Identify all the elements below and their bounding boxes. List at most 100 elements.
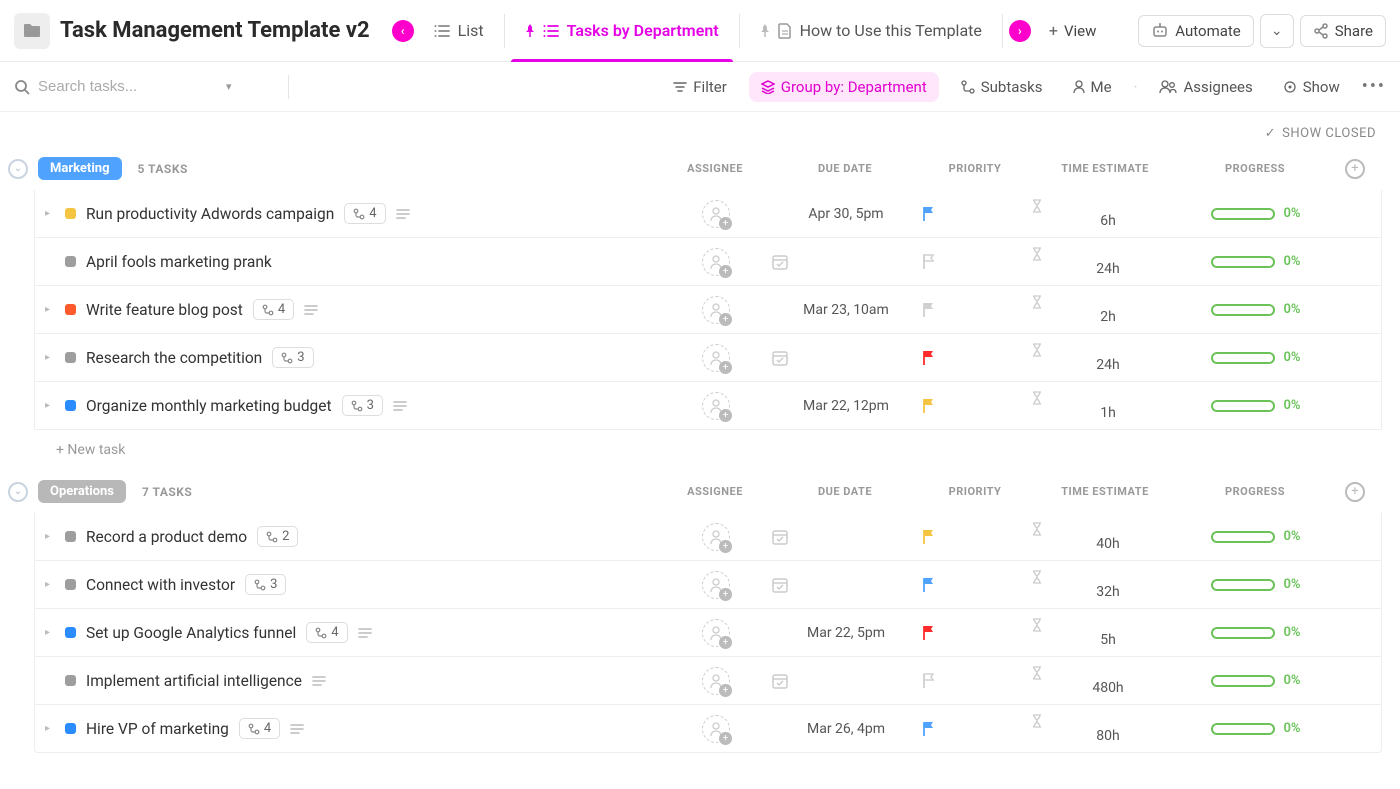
expand-caret[interactable]: ▸ [45, 723, 55, 734]
status-square[interactable] [65, 208, 76, 219]
task-row[interactable]: ▸ Set up Google Analytics funnel 4 Mar 2… [34, 609, 1382, 657]
due-cell[interactable] [771, 253, 921, 271]
status-square[interactable] [65, 627, 76, 638]
assignee-cell[interactable] [661, 667, 771, 695]
add-assignee-icon[interactable] [702, 344, 730, 372]
col-header-assignee[interactable]: ASSIGNEE [660, 162, 770, 175]
progress-cell[interactable]: 0% [1181, 577, 1331, 592]
nav-prev-button[interactable]: ‹ [392, 20, 414, 42]
add-assignee-icon[interactable] [702, 200, 730, 228]
due-cell[interactable]: Mar 26, 4pm [771, 721, 921, 737]
due-cell[interactable] [771, 349, 921, 367]
time-cell[interactable]: 5h [1031, 618, 1181, 648]
task-name[interactable]: Connect with investor [86, 576, 235, 594]
due-cell[interactable]: Mar 23, 10am [771, 302, 921, 318]
me-button[interactable]: Me [1065, 74, 1120, 100]
subtask-badge[interactable]: 4 [344, 203, 385, 224]
time-cell[interactable]: 480h [1031, 666, 1181, 696]
due-cell[interactable]: Mar 22, 12pm [771, 398, 921, 414]
time-cell[interactable]: 2h [1031, 295, 1181, 325]
task-name[interactable]: Hire VP of marketing [86, 720, 229, 738]
add-column-button[interactable]: + [1345, 482, 1365, 502]
assignee-cell[interactable] [661, 344, 771, 372]
progress-cell[interactable]: 0% [1181, 206, 1331, 221]
collapse-group-button[interactable]: ⌄ [8, 159, 28, 179]
status-square[interactable] [65, 675, 76, 686]
col-header-assignee[interactable]: ASSIGNEE [660, 485, 770, 498]
add-assignee-icon[interactable] [702, 296, 730, 324]
subtask-badge[interactable]: 4 [239, 718, 280, 739]
expand-caret[interactable]: ▸ [45, 627, 55, 638]
assignee-cell[interactable] [661, 715, 771, 743]
nav-next-button[interactable]: › [1009, 20, 1031, 42]
task-name[interactable]: Set up Google Analytics funnel [86, 624, 296, 642]
task-row[interactable]: ▸ Connect with investor 3 32h 0% [34, 561, 1382, 609]
add-assignee-icon[interactable] [702, 715, 730, 743]
priority-cell[interactable] [921, 576, 1031, 594]
due-cell[interactable]: Mar 22, 5pm [771, 625, 921, 641]
priority-cell[interactable] [921, 672, 1031, 690]
task-name[interactable]: Organize monthly marketing budget [86, 397, 332, 415]
col-header-due[interactable]: DUE DATE [770, 485, 920, 498]
assignee-cell[interactable] [661, 392, 771, 420]
automate-dropdown[interactable]: ⌄ [1260, 14, 1294, 48]
due-cell[interactable] [771, 528, 921, 546]
time-cell[interactable]: 24h [1031, 343, 1181, 373]
expand-caret[interactable]: ▸ [45, 208, 55, 219]
time-cell[interactable]: 6h [1031, 199, 1181, 229]
add-view-button[interactable]: + View [1037, 15, 1109, 46]
priority-cell[interactable] [921, 720, 1031, 738]
add-assignee-icon[interactable] [702, 571, 730, 599]
priority-cell[interactable] [921, 349, 1031, 367]
automate-button[interactable]: Automate [1138, 15, 1253, 47]
more-menu[interactable]: ••• [1362, 76, 1386, 97]
task-row[interactable]: ▸ Run productivity Adwords campaign 4 Ap… [34, 190, 1382, 238]
task-name[interactable]: Record a product demo [86, 528, 247, 546]
col-header-progress[interactable]: PROGRESS [1180, 485, 1330, 498]
add-assignee-icon[interactable] [702, 248, 730, 276]
time-cell[interactable]: 32h [1031, 570, 1181, 600]
priority-cell[interactable] [921, 253, 1031, 271]
status-square[interactable] [65, 531, 76, 542]
progress-cell[interactable]: 0% [1181, 673, 1331, 688]
group-by-button[interactable]: Group by: Department [749, 72, 939, 102]
task-row[interactable]: ▸ Hire VP of marketing 4 Mar 26, 4pm 80h… [34, 705, 1382, 753]
task-row[interactable]: ▸ Write feature blog post 4 Mar 23, 10am… [34, 286, 1382, 334]
task-name[interactable]: Run productivity Adwords campaign [86, 205, 334, 223]
subtask-badge[interactable]: 4 [253, 299, 294, 320]
priority-cell[interactable] [921, 528, 1031, 546]
task-row[interactable]: April fools marketing prank 24h 0% [34, 238, 1382, 286]
assignees-button[interactable]: Assignees [1151, 74, 1260, 100]
progress-cell[interactable]: 0% [1181, 398, 1331, 413]
due-cell[interactable] [771, 672, 921, 690]
status-square[interactable] [65, 579, 76, 590]
description-icon[interactable] [290, 723, 304, 735]
col-header-time[interactable]: TIME ESTIMATE [1030, 485, 1180, 498]
col-header-progress[interactable]: PROGRESS [1180, 162, 1330, 175]
task-name[interactable]: Implement artificial intelligence [86, 672, 302, 690]
expand-caret[interactable]: ▸ [45, 400, 55, 411]
task-name[interactable]: April fools marketing prank [86, 253, 272, 271]
collapse-group-button[interactable]: ⌄ [8, 482, 28, 502]
new-task-button[interactable]: + New task [0, 430, 1400, 464]
search-input[interactable] [38, 78, 218, 95]
description-icon[interactable] [358, 627, 372, 639]
assignee-cell[interactable] [661, 296, 771, 324]
col-header-priority[interactable]: PRIORITY [920, 485, 1030, 498]
description-icon[interactable] [396, 208, 410, 220]
task-row[interactable]: ▸ Record a product demo 2 40h 0% [34, 513, 1382, 561]
tab-tasks-by-department[interactable]: Tasks by Department [511, 0, 733, 62]
status-square[interactable] [65, 723, 76, 734]
assignee-cell[interactable] [661, 200, 771, 228]
folder-icon[interactable] [14, 13, 50, 49]
col-header-priority[interactable]: PRIORITY [920, 162, 1030, 175]
search-dropdown[interactable]: ▾ [226, 80, 232, 93]
description-icon[interactable] [304, 304, 318, 316]
assignee-cell[interactable] [661, 619, 771, 647]
add-assignee-icon[interactable] [702, 619, 730, 647]
share-button[interactable]: Share [1300, 15, 1386, 47]
add-assignee-icon[interactable] [702, 667, 730, 695]
progress-cell[interactable]: 0% [1181, 350, 1331, 365]
expand-caret[interactable]: ▸ [45, 304, 55, 315]
time-cell[interactable]: 1h [1031, 391, 1181, 421]
